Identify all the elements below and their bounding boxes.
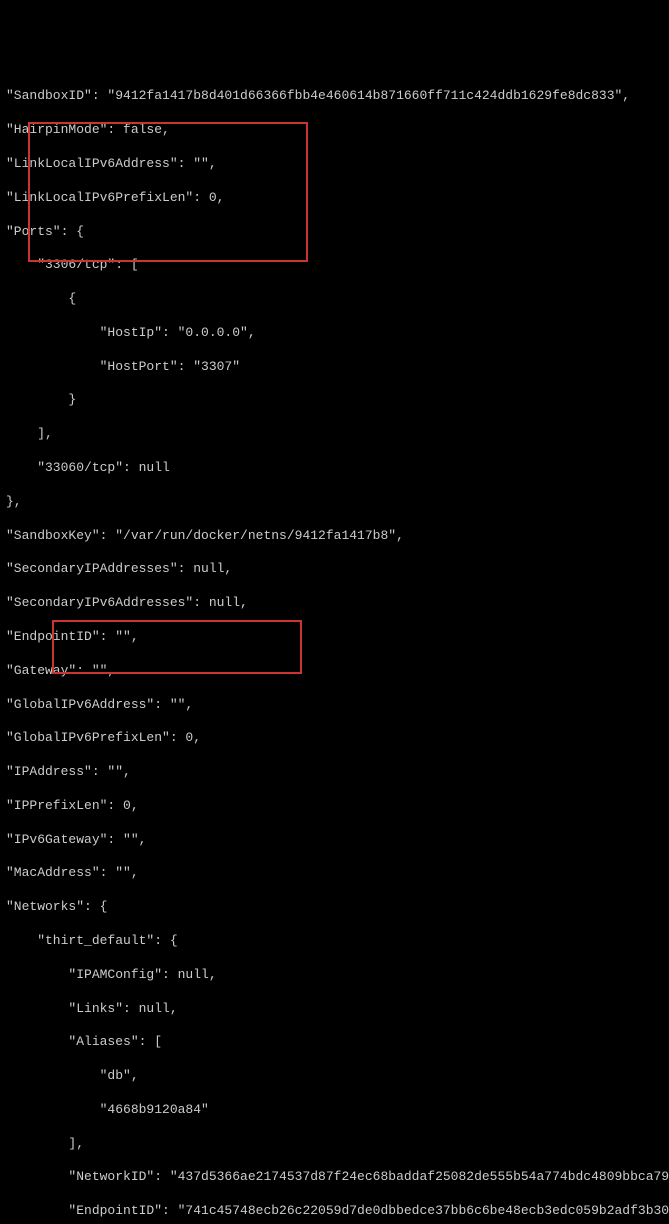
json-line: "SandboxKey": "/var/run/docker/netns/941…	[6, 528, 663, 545]
json-line: "Networks": {	[6, 899, 663, 916]
json-line: "LinkLocalIPv6PrefixLen": 0,	[6, 190, 663, 207]
json-line: "HostPort": "3307"	[6, 359, 663, 376]
json-line: "33060/tcp": null	[6, 460, 663, 477]
json-line: "HairpinMode": false,	[6, 122, 663, 139]
json-line: "4668b9120a84"	[6, 1102, 663, 1119]
json-line: "db",	[6, 1068, 663, 1085]
json-line: "LinkLocalIPv6Address": "",	[6, 156, 663, 173]
json-line: "IPAMConfig": null,	[6, 967, 663, 984]
json-line: "thirt_default": {	[6, 933, 663, 950]
json-line: {	[6, 291, 663, 308]
json-line: "Links": null,	[6, 1001, 663, 1018]
json-line: "HostIp": "0.0.0.0",	[6, 325, 663, 342]
json-line: }	[6, 392, 663, 409]
json-line: "SandboxID": "9412fa1417b8d401d66366fbb4…	[6, 88, 663, 105]
json-line: "Gateway": "",	[6, 663, 663, 680]
json-line: "MacAddress": "",	[6, 865, 663, 882]
json-line: "IPPrefixLen": 0,	[6, 798, 663, 815]
json-line: "EndpointID": "741c45748ecb26c22059d7de0…	[6, 1203, 663, 1220]
json-line: },	[6, 494, 663, 511]
json-line: "SecondaryIPAddresses": null,	[6, 561, 663, 578]
json-line: "SecondaryIPv6Addresses": null,	[6, 595, 663, 612]
json-line: "EndpointID": "",	[6, 629, 663, 646]
json-line: "GlobalIPv6PrefixLen": 0,	[6, 730, 663, 747]
terminal-output: "SandboxID": "9412fa1417b8d401d66366fbb4…	[6, 72, 663, 1224]
json-line: "Ports": {	[6, 224, 663, 241]
json-line: "Aliases": [	[6, 1034, 663, 1051]
json-line: "IPv6Gateway": "",	[6, 832, 663, 849]
json-line: "GlobalIPv6Address": "",	[6, 697, 663, 714]
json-line: ],	[6, 426, 663, 443]
json-line: "3306/tcp": [	[6, 257, 663, 274]
json-line: ],	[6, 1136, 663, 1153]
json-line: "IPAddress": "",	[6, 764, 663, 781]
json-line: "NetworkID": "437d5366ae2174537d87f24ec6…	[6, 1169, 663, 1186]
